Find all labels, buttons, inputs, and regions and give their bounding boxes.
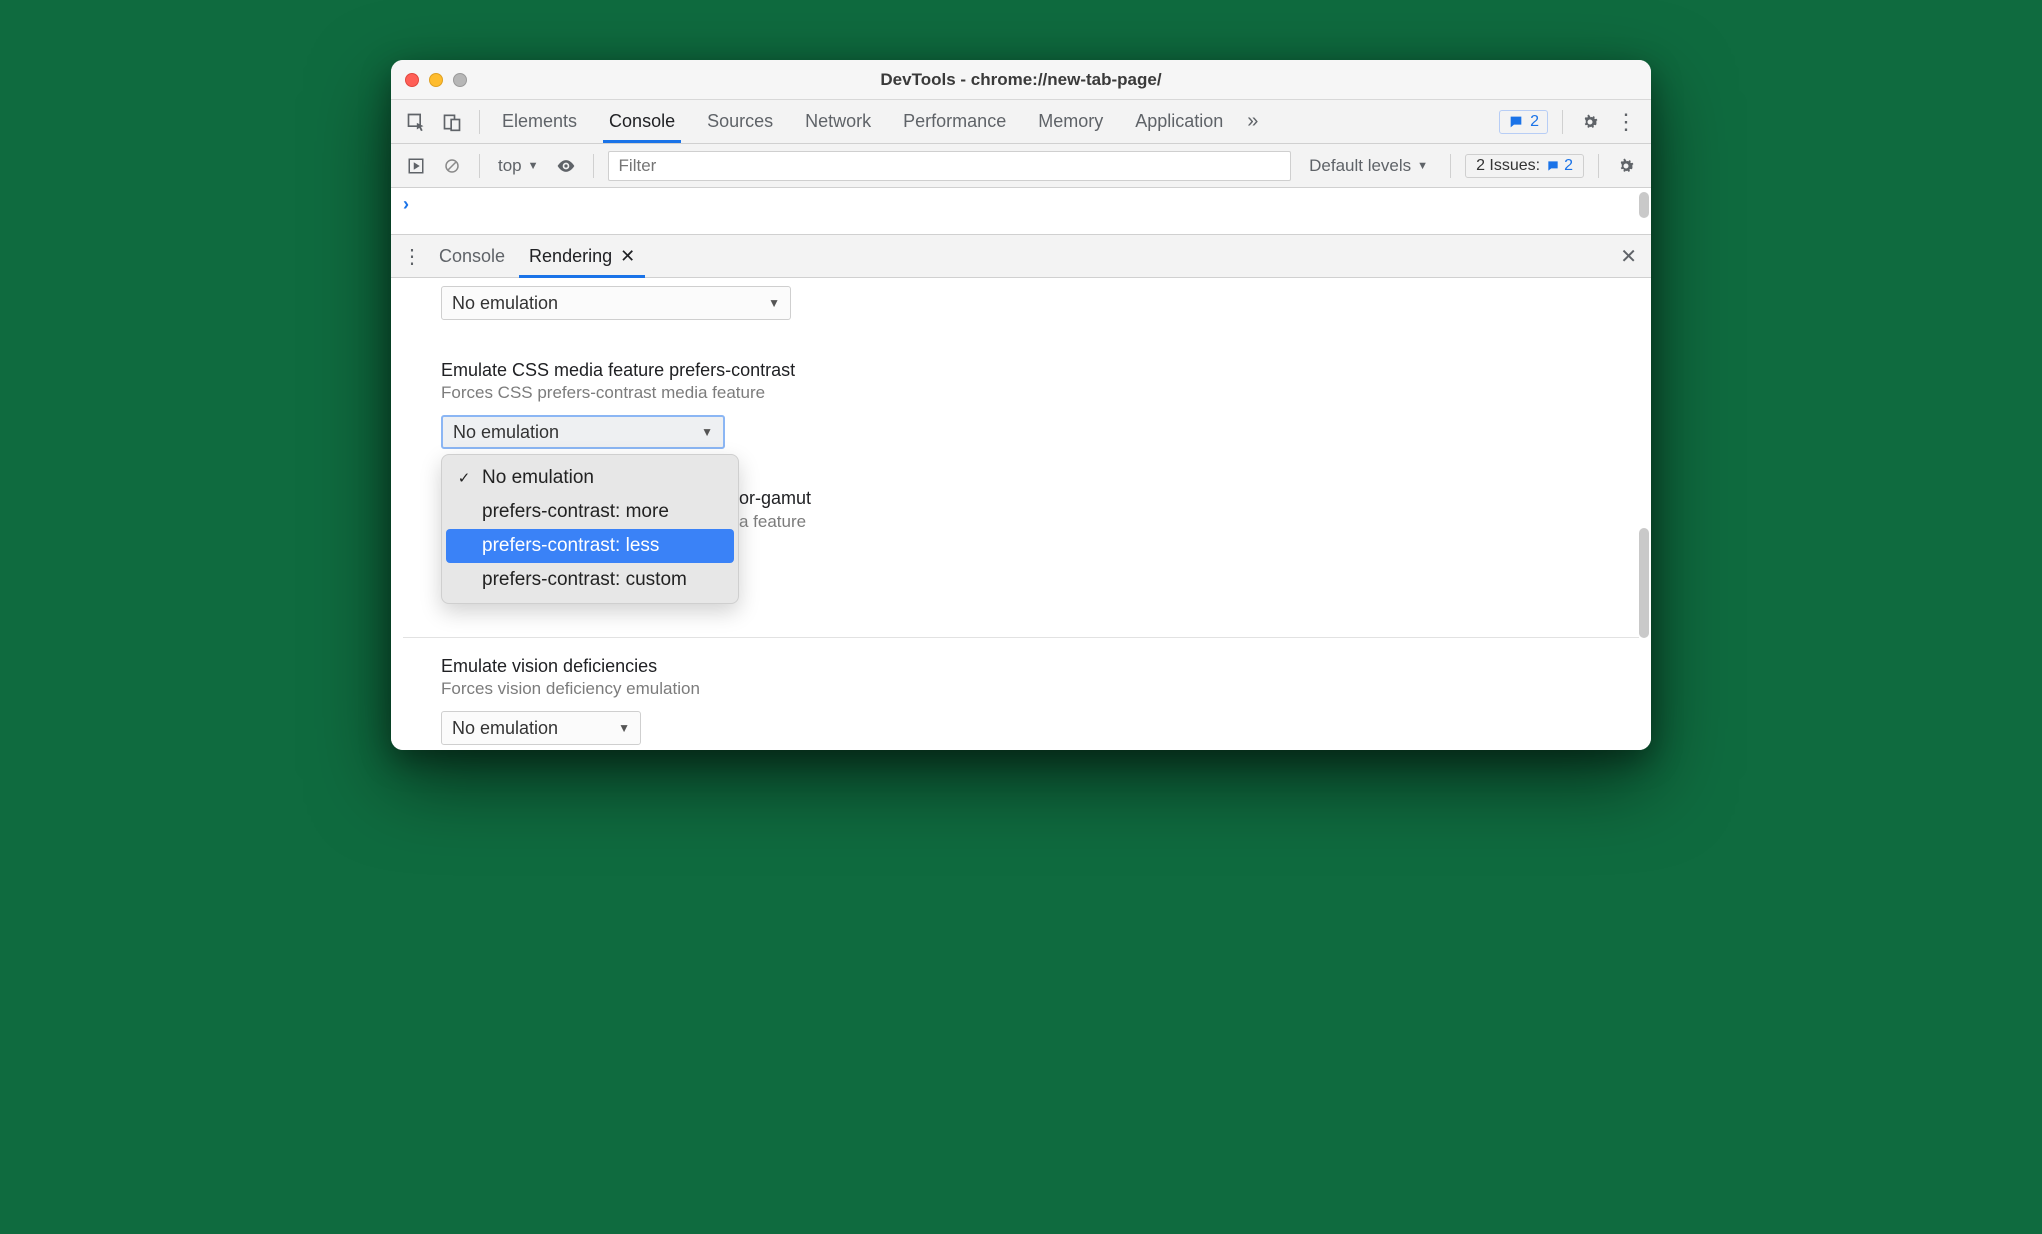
separator xyxy=(1598,154,1599,178)
main-tabs: Elements Console Sources Network Perform… xyxy=(500,101,1225,142)
drawer-tab-rendering[interactable]: Rendering ✕ xyxy=(519,236,645,277)
drawer-more-icon[interactable]: ⋮ xyxy=(399,244,425,269)
separator xyxy=(479,154,480,178)
chat-icon xyxy=(1508,114,1524,130)
select-value: No emulation xyxy=(453,422,559,443)
dropdown-option-no-emulation[interactable]: ✓ No emulation xyxy=(442,461,738,495)
check-icon: ✓ xyxy=(456,469,472,487)
scrollbar-thumb[interactable] xyxy=(1639,528,1649,638)
context-label: top xyxy=(498,156,522,176)
dropdown-option-custom[interactable]: prefers-contrast: custom xyxy=(442,563,738,597)
device-toolbar-icon[interactable] xyxy=(439,109,465,135)
color-gamut-desc-partial: a feature xyxy=(739,512,806,532)
console-output[interactable]: › xyxy=(391,188,1651,234)
inspect-element-icon[interactable] xyxy=(403,109,429,135)
context-selector[interactable]: top ▼ xyxy=(494,154,543,178)
tab-application[interactable]: Application xyxy=(1133,101,1225,142)
select-value: No emulation xyxy=(452,718,558,739)
tab-elements[interactable]: Elements xyxy=(500,101,579,142)
tab-console[interactable]: Console xyxy=(607,101,677,142)
prefers-contrast-select[interactable]: No emulation ▼ xyxy=(441,415,725,449)
vision-deficiencies-select[interactable]: No emulation ▼ xyxy=(441,711,641,745)
more-menu-icon[interactable]: ⋮ xyxy=(1613,109,1639,135)
tab-sources[interactable]: Sources xyxy=(705,101,775,142)
tab-memory[interactable]: Memory xyxy=(1036,101,1105,142)
vision-deficiencies-title: Emulate vision deficiencies xyxy=(441,656,1651,677)
chevron-down-icon: ▼ xyxy=(528,160,539,172)
main-tabbar: Elements Console Sources Network Perform… xyxy=(391,100,1651,144)
console-toolbar: top ▼ Default levels ▼ 2 Issues: 2 xyxy=(391,144,1651,188)
clear-console-icon[interactable] xyxy=(439,153,465,179)
separator xyxy=(1562,110,1563,134)
settings-gear-icon[interactable] xyxy=(1577,109,1603,135)
window-controls xyxy=(405,73,467,87)
chevron-down-icon: ▼ xyxy=(618,721,630,735)
tab-performance[interactable]: Performance xyxy=(901,101,1008,142)
issues-button[interactable]: 2 Issues: 2 xyxy=(1465,154,1584,178)
color-gamut-title-partial: or-gamut xyxy=(739,488,811,509)
live-expression-eye-icon[interactable] xyxy=(553,153,579,179)
issues-count: 2 xyxy=(1546,157,1573,175)
close-window-button[interactable] xyxy=(405,73,419,87)
close-drawer-icon[interactable]: ✕ xyxy=(1620,244,1637,269)
emulate-media-select[interactable]: No emulation ▼ xyxy=(441,286,791,320)
console-prompt-icon: › xyxy=(403,194,409,215)
levels-label: Default levels xyxy=(1309,156,1411,176)
chevron-down-icon: ▼ xyxy=(1417,160,1428,172)
vision-deficiencies-desc: Forces vision deficiency emulation xyxy=(441,679,1651,699)
chevron-down-icon: ▼ xyxy=(701,425,713,439)
prefers-contrast-title: Emulate CSS media feature prefers-contra… xyxy=(441,360,1651,381)
more-tabs-icon[interactable]: » xyxy=(1247,110,1258,133)
rendering-panel: No emulation ▼ Emulate CSS media feature… xyxy=(391,278,1651,750)
execution-log-icon[interactable] xyxy=(403,153,429,179)
drawer-tab-console[interactable]: Console xyxy=(429,236,515,277)
chevron-down-icon: ▼ xyxy=(768,296,780,310)
issues-label: 2 Issues: xyxy=(1476,157,1540,175)
scrollbar-thumb[interactable] xyxy=(1639,192,1649,218)
minimize-window-button[interactable] xyxy=(429,73,443,87)
separator xyxy=(479,110,480,134)
separator xyxy=(593,154,594,178)
dropdown-option-more[interactable]: prefers-contrast: more xyxy=(442,495,738,529)
window-title: DevTools - chrome://new-tab-page/ xyxy=(391,70,1651,90)
prefers-contrast-desc: Forces CSS prefers-contrast media featur… xyxy=(441,383,1651,403)
zoom-window-button[interactable] xyxy=(453,73,467,87)
separator xyxy=(1450,154,1451,178)
log-levels-selector[interactable]: Default levels ▼ xyxy=(1301,156,1436,176)
close-tab-icon[interactable]: ✕ xyxy=(620,246,635,267)
section-divider xyxy=(403,637,1639,638)
prefers-contrast-dropdown: ✓ No emulation prefers-contrast: more pr… xyxy=(441,454,739,604)
console-messages-badge[interactable]: 2 xyxy=(1499,110,1548,134)
drawer-tabbar: ⋮ Console Rendering ✕ ✕ xyxy=(391,234,1651,278)
devtools-window: DevTools - chrome://new-tab-page/ Elemen… xyxy=(391,60,1651,750)
filter-input[interactable] xyxy=(608,151,1292,181)
titlebar: DevTools - chrome://new-tab-page/ xyxy=(391,60,1651,100)
dropdown-option-less[interactable]: prefers-contrast: less xyxy=(446,529,734,563)
console-settings-gear-icon[interactable] xyxy=(1613,153,1639,179)
tab-network[interactable]: Network xyxy=(803,101,873,142)
select-value: No emulation xyxy=(452,293,558,314)
chat-icon xyxy=(1546,159,1560,173)
badge-count: 2 xyxy=(1530,113,1539,131)
